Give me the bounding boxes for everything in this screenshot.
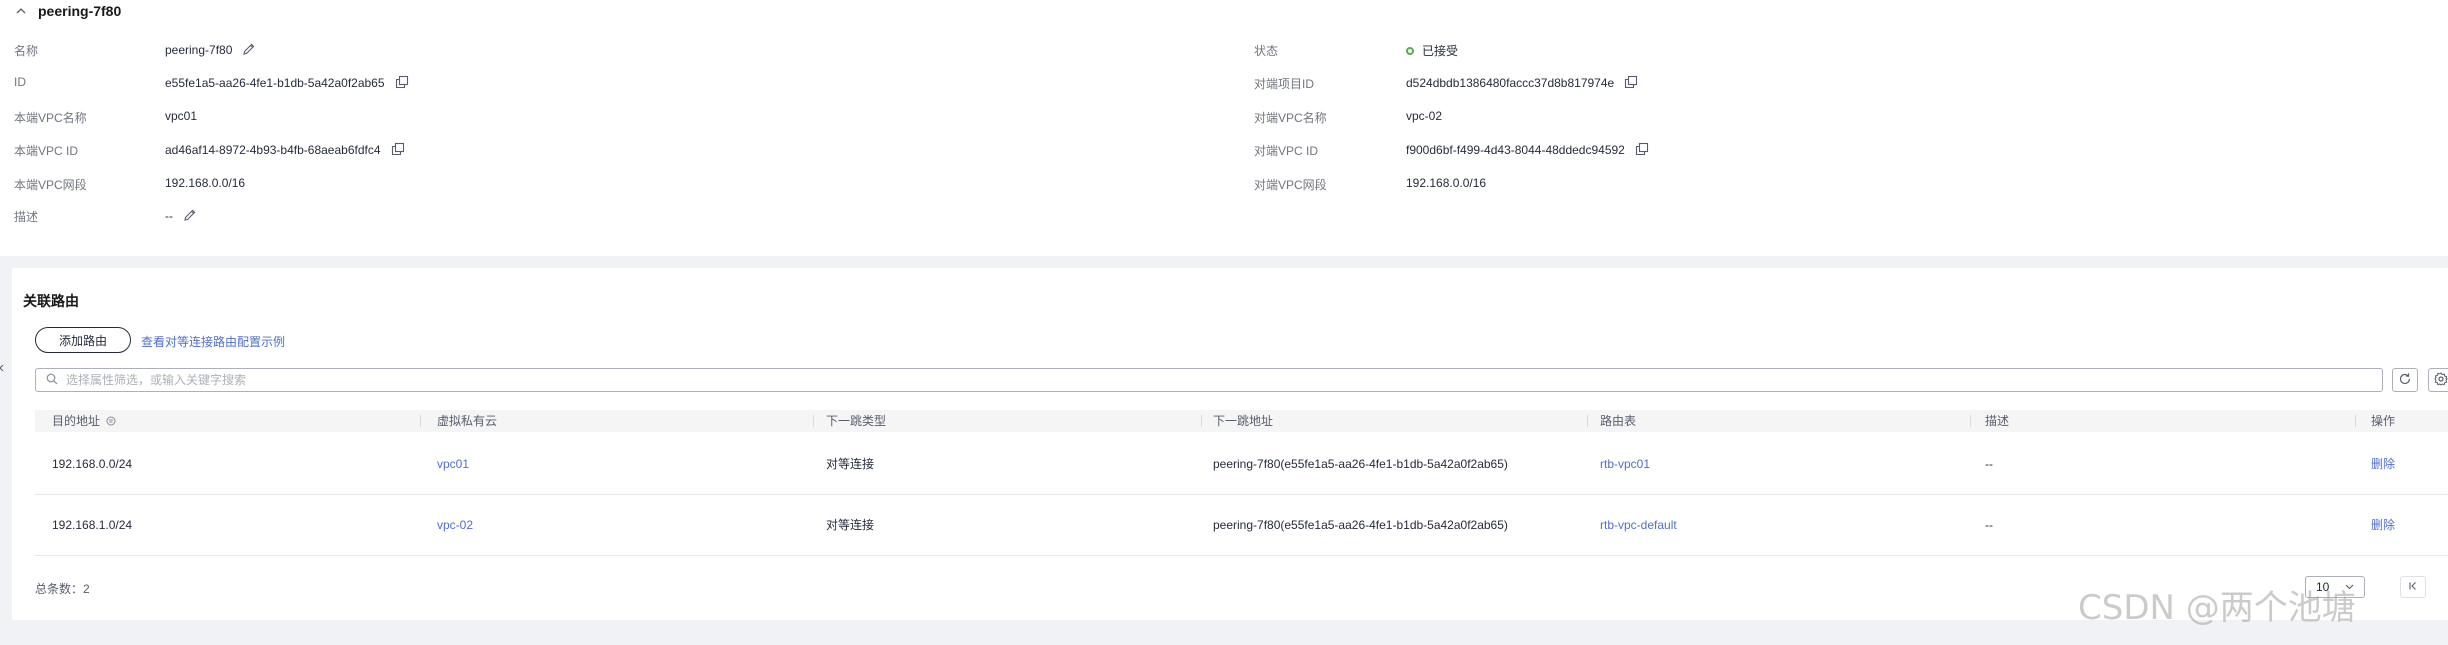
column-divider [813, 415, 814, 427]
search-input[interactable] [64, 372, 2382, 388]
peering-id: e55fe1a5-aa26-4fe1-b1db-5a42a0f2ab65 [165, 76, 385, 90]
cell-next-hop-type: 对等连接 [826, 518, 875, 532]
field-value-local-vpc-cidr: 192.168.0.0/16 [165, 176, 246, 190]
status-text: 已接受 [1422, 44, 1459, 58]
field-label-peer-vpc-name: 对端VPC名称 [1254, 111, 1327, 125]
edit-description-icon[interactable] [183, 208, 199, 224]
field-label-name: 名称 [14, 44, 39, 58]
copy-local-vpc-id-icon[interactable] [391, 142, 407, 158]
column-header-next-hop-type: 下一跳类型 [826, 414, 887, 428]
field-value-status: 已接受 [1406, 42, 1458, 59]
cell-vpc-link[interactable]: vpc-02 [437, 495, 473, 555]
cell-description: -- [1985, 457, 1993, 471]
filter-icon[interactable] [106, 416, 116, 426]
table-row: 192.168.1.0/24 vpc-02 对等连接 peering-7f80(… [35, 495, 2448, 556]
cell-description: -- [1985, 518, 1993, 532]
copy-peer-project-id-icon[interactable] [1624, 75, 1640, 91]
column-header-operation: 操作 [2371, 414, 2396, 428]
cell-route-table-link[interactable]: rtb-vpc01 [1600, 434, 1650, 494]
cell-next-hop-address: peering-7f80(e55fe1a5-aa26-4fe1-b1db-5a4… [1213, 457, 1508, 471]
cell-next-hop-address: peering-7f80(e55fe1a5-aa26-4fe1-b1db-5a4… [1213, 518, 1508, 532]
peering-name: peering-7f80 [165, 43, 233, 57]
field-value-peer-vpc-id: f900d6bf-f499-4d43-8044-48ddedc94592 [1406, 142, 1651, 158]
watermark-text: CSDN @两个池塘 [2078, 588, 2356, 628]
field-label-local-vpc-id: 本端VPC ID [14, 144, 79, 158]
column-header-route-table: 路由表 [1600, 414, 1637, 428]
field-value-peer-project-id: d524dbdb1386480faccc37d8b817974e [1406, 75, 1640, 91]
field-label-id: ID [14, 75, 26, 89]
search-icon [46, 373, 58, 388]
cell-next-hop-type: 对等连接 [826, 457, 875, 471]
gear-icon [2434, 371, 2448, 389]
total-count: 总条数：2 [35, 582, 90, 596]
refresh-icon [2398, 372, 2412, 389]
column-header-vpc: 虚拟私有云 [437, 414, 498, 428]
column-header-next-hop-address: 下一跳地址 [1213, 414, 1274, 428]
field-label-peer-vpc-id: 对端VPC ID [1254, 144, 1319, 158]
field-label-description: 描述 [14, 210, 39, 224]
chevron-up-icon[interactable] [14, 4, 28, 18]
column-divider [420, 415, 421, 427]
copy-peer-vpc-id-icon[interactable] [1635, 142, 1651, 158]
field-label-local-vpc-cidr: 本端VPC网段 [14, 178, 87, 192]
field-label-local-vpc-name: 本端VPC名称 [14, 111, 87, 125]
edit-name-icon[interactable] [242, 42, 258, 58]
search-box[interactable] [35, 368, 2383, 392]
column-divider [1201, 415, 1202, 427]
peer-vpc-id: f900d6bf-f499-4d43-8044-48ddedc94592 [1406, 143, 1625, 157]
detail-title: peering-7f80 [38, 3, 122, 19]
field-label-peer-vpc-cidr: 对端VPC网段 [1254, 178, 1327, 192]
page-first-icon [2408, 580, 2418, 594]
field-value-id: e55fe1a5-aa26-4fe1-b1db-5a42a0f2ab65 [165, 75, 411, 91]
field-value-peer-vpc-cidr: 192.168.0.0/16 [1406, 176, 1487, 190]
field-label-peer-project-id: 对端项目ID [1254, 77, 1315, 91]
field-value-local-vpc-id: ad46af14-8972-4b93-b4fb-68aeab6fdfc4 [165, 142, 407, 158]
column-divider [1587, 415, 1588, 427]
delete-route-button[interactable]: 删除 [2371, 434, 2395, 494]
column-divider [1970, 415, 1971, 427]
delete-route-button[interactable]: 删除 [2371, 495, 2395, 555]
peer-project-id: d524dbdb1386480faccc37d8b817974e [1406, 76, 1615, 90]
left-collapse-handle[interactable] [0, 360, 4, 372]
detail-header[interactable]: peering-7f80 [14, 2, 121, 20]
field-value-local-vpc-name: vpc01 [165, 109, 198, 123]
cell-destination: 192.168.0.0/24 [52, 457, 133, 471]
field-label-status: 状态 [1254, 44, 1279, 58]
detail-panel: peering-7f80 名称 peering-7f80 ID e55fe1a5… [0, 0, 2448, 256]
refresh-button[interactable] [2392, 368, 2418, 392]
settings-button[interactable] [2428, 368, 2448, 392]
field-value-description: -- [165, 208, 199, 224]
cell-route-table-link[interactable]: rtb-vpc-default [1600, 495, 1677, 555]
route-example-link[interactable]: 查看对等连接路由配置示例 [141, 333, 285, 350]
column-header-description: 描述 [1985, 414, 2010, 428]
local-vpc-id: ad46af14-8972-4b93-b4fb-68aeab6fdfc4 [165, 143, 381, 157]
description-value: -- [165, 209, 173, 223]
add-route-button[interactable]: 添加路由 [35, 327, 131, 353]
field-value-name: peering-7f80 [165, 42, 258, 58]
status-ok-icon [1406, 46, 1414, 55]
column-label-destination: 目的地址 [52, 414, 101, 428]
table-row: 192.168.0.0/24 vpc01 对等连接 peering-7f80(e… [35, 434, 2448, 495]
page-first-button[interactable] [2400, 576, 2426, 598]
column-divider [2355, 415, 2356, 427]
column-header-destination[interactable]: 目的地址 [52, 410, 116, 432]
copy-id-icon[interactable] [395, 75, 411, 91]
field-value-peer-vpc-name: vpc-02 [1406, 109, 1443, 123]
table-header: 目的地址 虚拟私有云 下一跳类型 下一跳地址 路由表 描述 操作 [35, 410, 2448, 432]
routes-title: 关联路由 [23, 293, 79, 309]
cell-vpc-link[interactable]: vpc01 [437, 434, 469, 494]
cell-destination: 192.168.1.0/24 [52, 518, 133, 532]
